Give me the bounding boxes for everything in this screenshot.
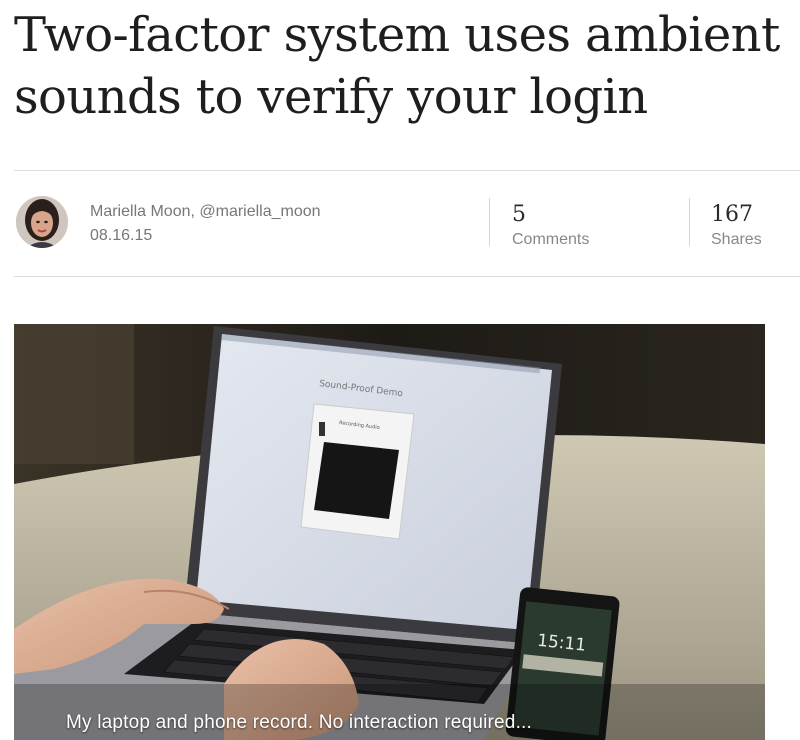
publish-date: 08.16.15	[90, 227, 153, 244]
shares-label[interactable]: Shares	[711, 231, 762, 249]
divider-bottom	[14, 276, 800, 277]
article-image[interactable]: Sound-Proof Demo Recording Audio 15:11	[14, 324, 765, 740]
divider-top	[14, 170, 800, 171]
author-avatar[interactable]	[16, 196, 68, 248]
shares-count[interactable]: 167	[711, 202, 753, 227]
author-name[interactable]: Mariella Moon, @mariella_moon	[90, 203, 321, 221]
comments-count[interactable]: 5	[512, 202, 526, 227]
stat-divider	[489, 198, 490, 246]
stat-divider	[689, 198, 690, 246]
article-title: Two-factor system uses ambient sounds to…	[14, 7, 780, 125]
byline: Mariella Moon, @mariella_moon 08.16.15 5…	[14, 196, 800, 256]
comments-label[interactable]: Comments	[512, 231, 589, 249]
video-caption: My laptop and phone record. No interacti…	[66, 712, 533, 733]
